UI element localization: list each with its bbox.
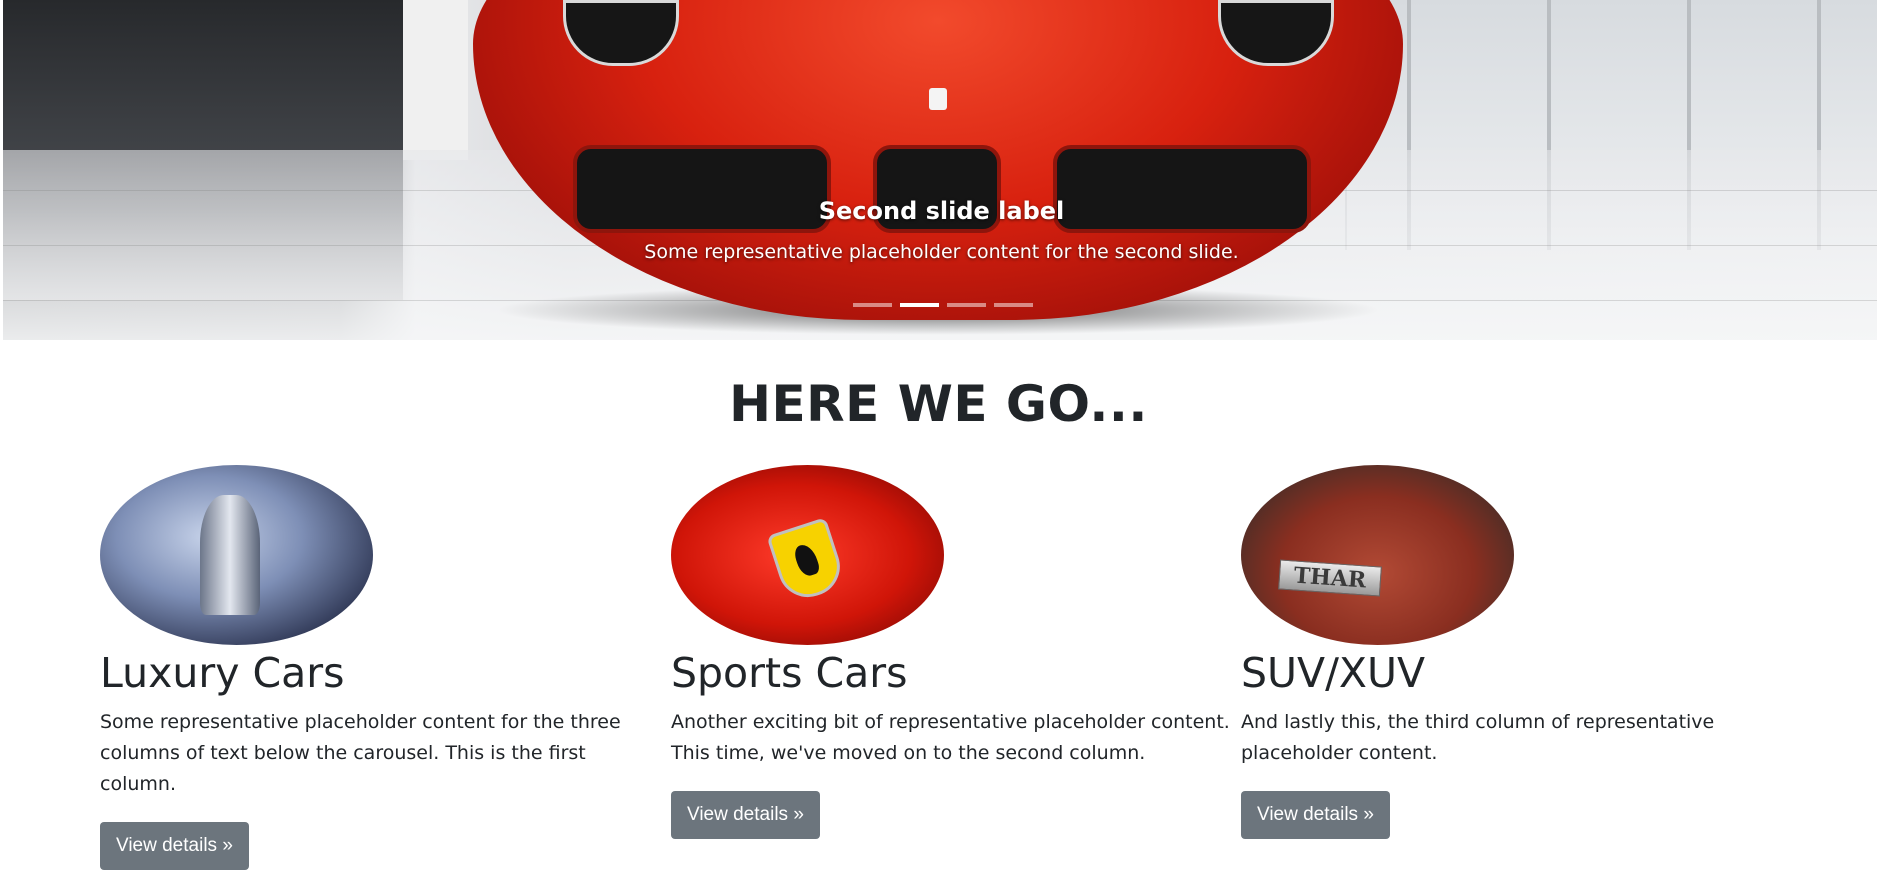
- luxury-car-image: [100, 465, 373, 645]
- column-text: And lastly this, the third column of rep…: [1241, 711, 1715, 764]
- column-sports: Sports Cars Another exciting bit of repr…: [671, 465, 1231, 839]
- hero-carousel[interactable]: Second slide label Some representative p…: [3, 0, 1877, 340]
- column-title: SUV/XUV: [1241, 649, 1426, 697]
- hood-ornament-icon: [200, 495, 260, 615]
- column-suv: THAR SUV/XUV And lastly this, the third …: [1241, 465, 1801, 839]
- thar-badge: THAR: [1278, 559, 1382, 597]
- section-heading: HERE WE GO...: [729, 375, 1148, 433]
- view-details-button[interactable]: View details »: [1241, 791, 1390, 839]
- column-text: Some representative placeholder content …: [100, 711, 621, 795]
- column-text: Another exciting bit of representative p…: [671, 711, 1230, 764]
- view-details-button[interactable]: View details »: [100, 822, 249, 870]
- carousel-indicators: [853, 303, 1033, 307]
- prancing-horse-badge-icon: [766, 517, 848, 605]
- slide-caption: Some representative placeholder content …: [644, 241, 1239, 263]
- slide-title: Second slide label: [818, 197, 1065, 225]
- suv-image: THAR: [1241, 465, 1514, 645]
- carousel-indicator-3[interactable]: [947, 303, 986, 307]
- view-details-button[interactable]: View details »: [671, 791, 820, 839]
- carousel-indicator-2[interactable]: [900, 303, 939, 307]
- sports-car-image: [671, 465, 944, 645]
- carousel-indicator-4[interactable]: [994, 303, 1033, 307]
- showroom-panel: [403, 0, 468, 160]
- column-title: Sports Cars: [671, 649, 908, 697]
- car-emblem-icon: [929, 88, 947, 110]
- column-luxury: Luxury Cars Some representative placehol…: [100, 465, 660, 870]
- carousel-indicator-1[interactable]: [853, 303, 892, 307]
- column-title: Luxury Cars: [100, 649, 345, 697]
